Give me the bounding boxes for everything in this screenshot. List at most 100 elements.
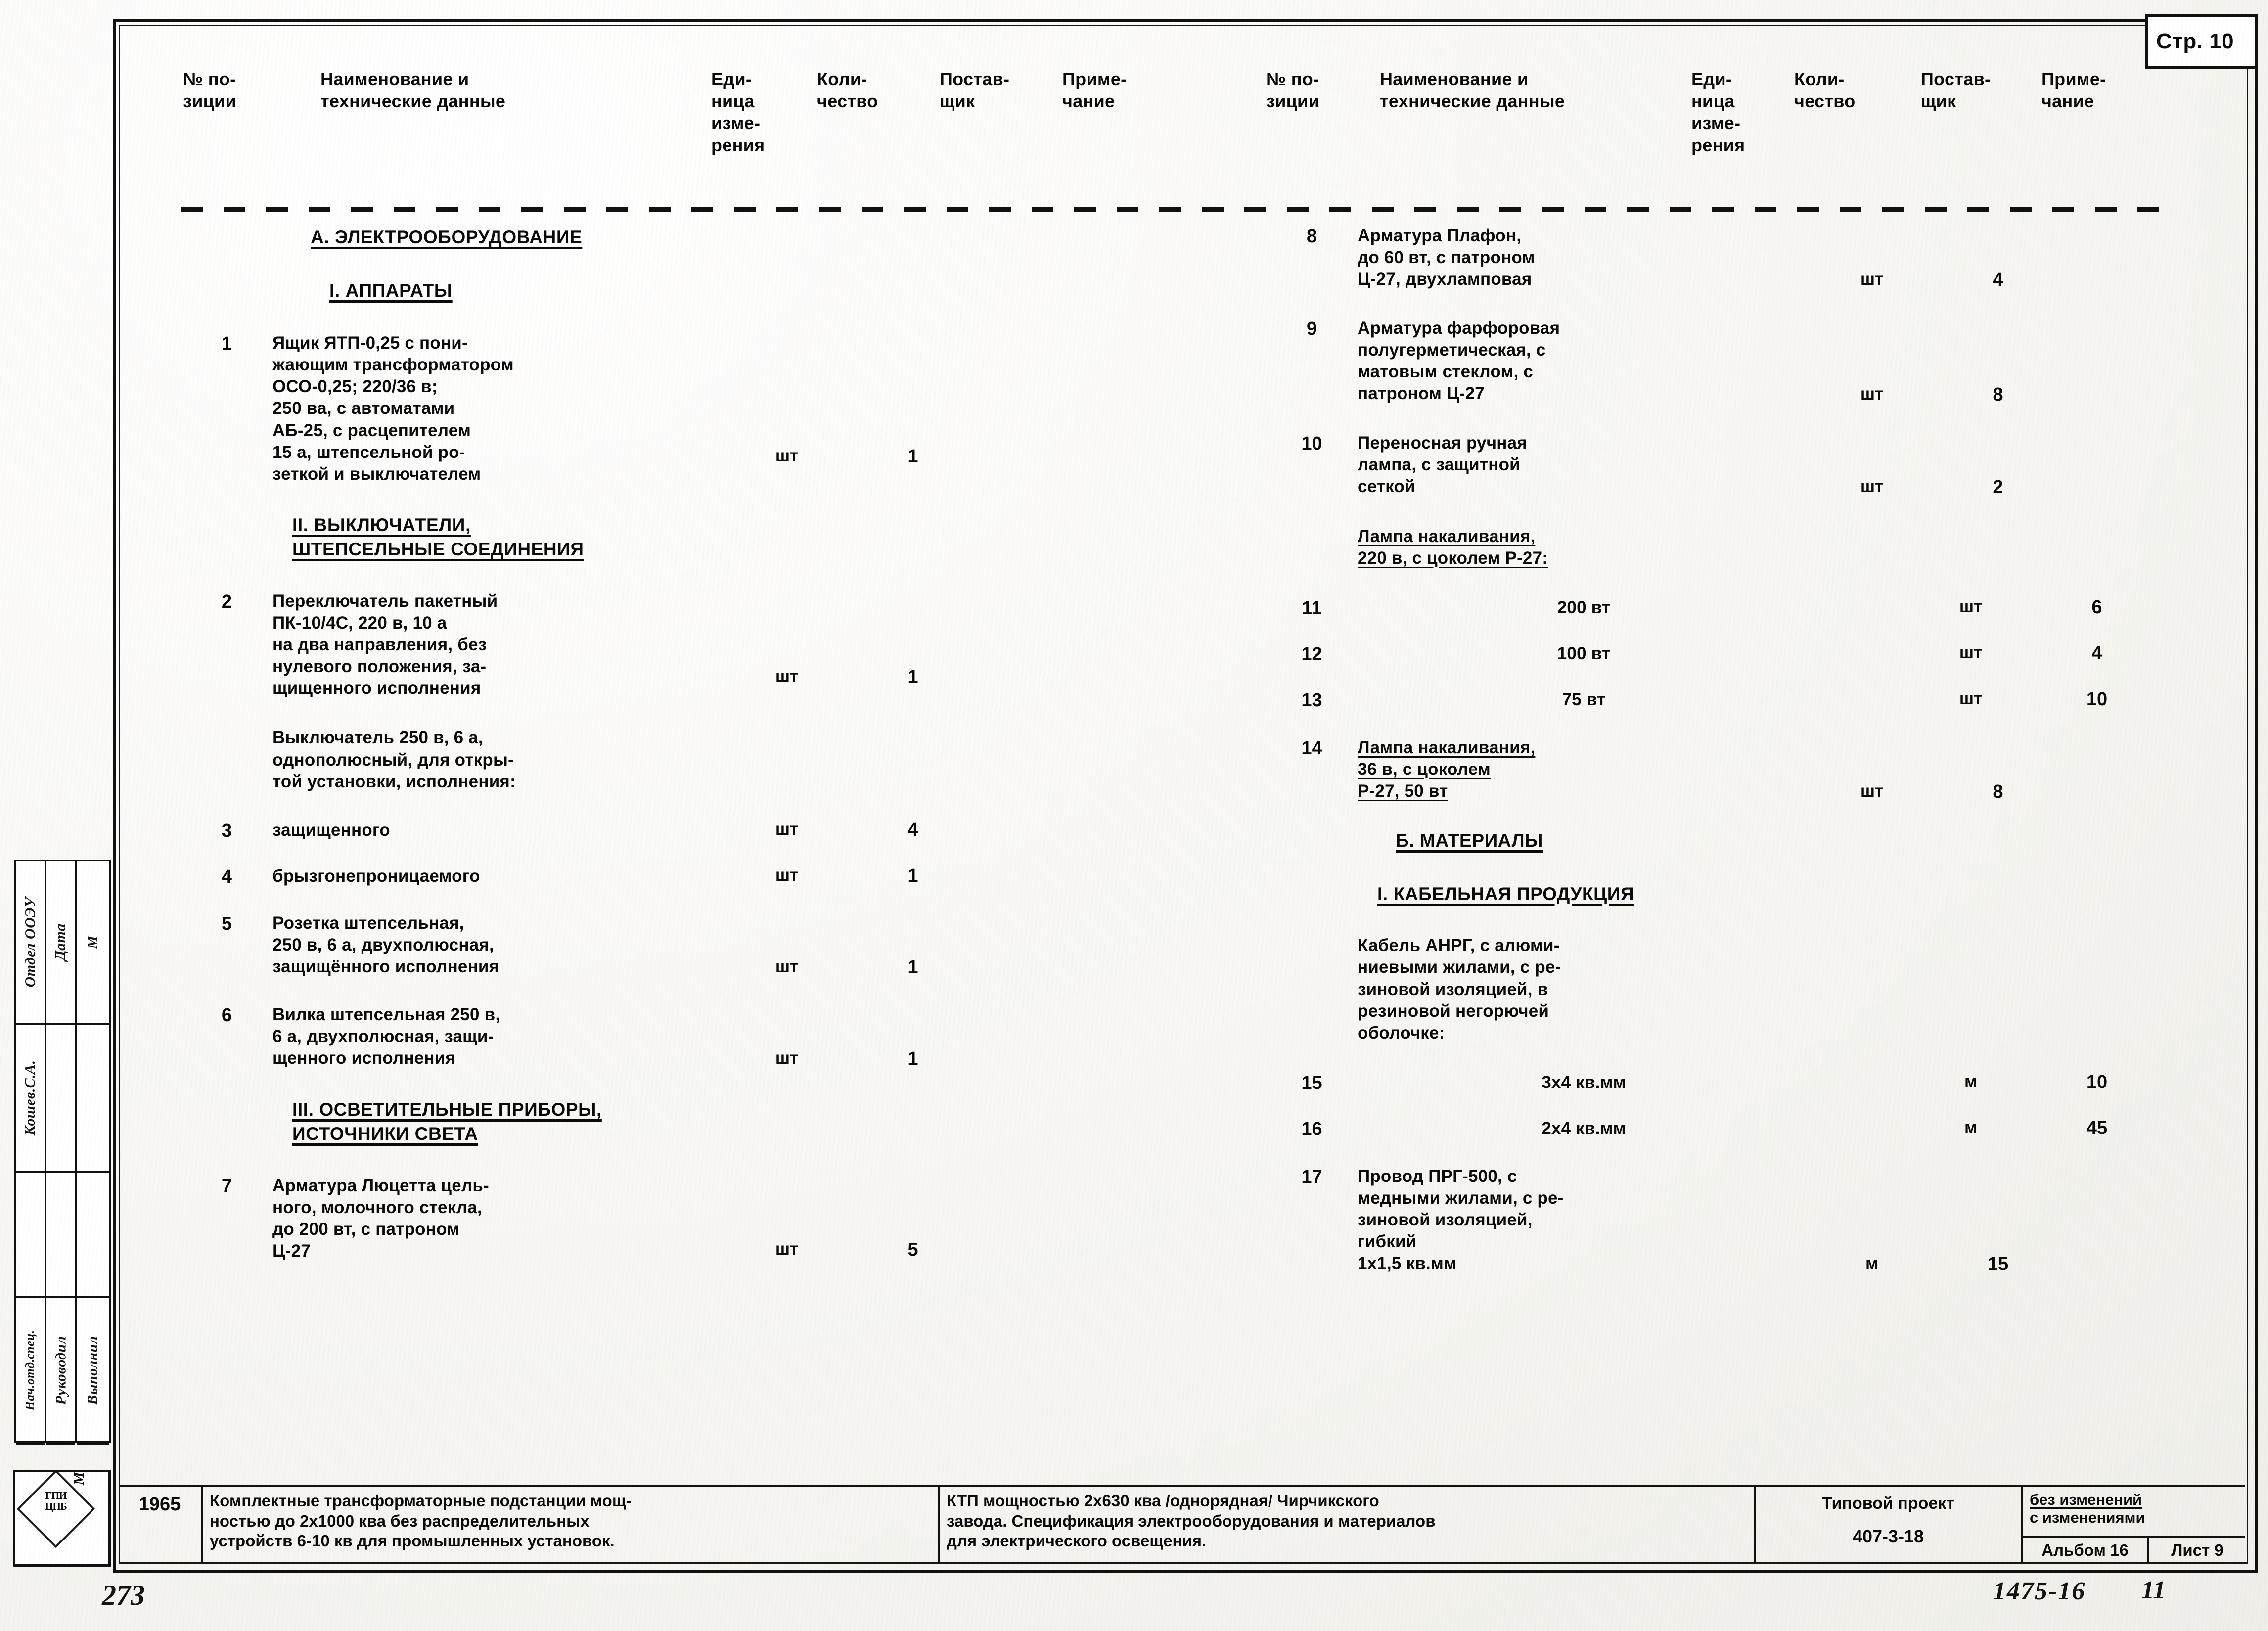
row-position: 5 — [221, 913, 232, 934]
row-position: 12 — [1301, 644, 1322, 665]
row-name: Переносная ручная лампа, с защитной сетк… — [1358, 433, 1527, 497]
table-row: 6 Вилка штепсельная 250 в, 6 а, двухполюс… — [181, 1004, 1200, 1070]
row-unit: шт — [775, 446, 799, 466]
header-unit-left: Еди- ница изме- рения — [711, 69, 765, 155]
table-row: 7 Арматура Люцетта цель- ного, молочного … — [181, 1175, 1200, 1262]
row-name: Арматура фарфоровая полугерметическая, с… — [1358, 318, 1560, 404]
table-row: 8 Арматура Плафон, до 60 вт, с патроном Ц… — [1266, 225, 2268, 291]
row-position: 9 — [1306, 318, 1317, 339]
row-position: 13 — [1301, 690, 1322, 711]
signature-strip: Отдел ООЭУ Кошев.С.А. Нач.отд.спец. Дата Ру… — [14, 860, 111, 1445]
row-quantity: 1 — [907, 1048, 918, 1069]
header-qty-left: Коли- чество — [817, 69, 878, 111]
signature-cell: Кошев.С.А. — [16, 1025, 45, 1173]
header-pos-right: № по- зиции — [1266, 69, 1319, 111]
row-name: 100 вт — [1557, 644, 1611, 664]
row-unit: шт — [775, 865, 799, 885]
header-supplier-right: Постав- щик — [1921, 69, 1991, 111]
row-unit: шт — [1959, 689, 1983, 709]
table-row: 11 200 вт шт 6 — [1266, 597, 2268, 619]
row-position: 15 — [1301, 1072, 1322, 1093]
row-quantity: 5 — [907, 1239, 918, 1260]
title-block-subject: КТП мощностью 2х630 ква /однорядная/ Чир… — [940, 1487, 1756, 1563]
signature-cell: Выполнил — [77, 1298, 109, 1445]
table-row: 14 Лампа накаливания, 36 в, с цоколем Р-2… — [1266, 737, 2268, 803]
row-spacer — [181, 699, 1200, 727]
row-unit: шт — [1959, 643, 1983, 663]
row-name: Выключатель 250 в, 6 а, однополюсный, дл… — [272, 728, 516, 791]
row-name: Арматура Люцетта цель- ного, молочного с… — [272, 1176, 489, 1261]
stamp-city: Москва — [71, 1472, 88, 1485]
signature-cell: Дата — [46, 861, 75, 1025]
row-unit: шт — [775, 1239, 799, 1259]
row-quantity: 10 — [2086, 1071, 2108, 1092]
page-number-box: Стр. 10 — [2145, 14, 2258, 69]
section-heading: I. КАБЕЛЬНАЯ ПРОДУКЦИЯ — [1377, 883, 1634, 904]
change-no-label: без изменений — [2030, 1491, 2142, 1508]
row-position — [181, 727, 272, 728]
handwritten-sheet-number: 11 — [2141, 1576, 2166, 1604]
album-sheet-row: Альбом 16 Лист 9 — [2023, 1536, 2245, 1563]
row-unit: м — [1865, 1253, 1878, 1273]
row-position: 6 — [221, 1004, 232, 1026]
row-name: Ящик ЯТП-0,25 с пони- жающим трансформат… — [272, 333, 514, 484]
table-row: Кабель АНРГ, с алюми- ниевыми жилами, с … — [1266, 935, 2268, 1043]
header-pos-left: № по- зиции — [183, 69, 236, 111]
signature-cell-label: Дата — [52, 923, 69, 961]
row-name: Розетка штепсельная, 250 в, 6 а, двухпол… — [272, 913, 499, 976]
row-name: Кабель АНРГ, с алюми- ниевыми жилами, с … — [1358, 936, 1561, 1042]
row-unit: шт — [775, 956, 799, 976]
row-quantity: 8 — [1993, 781, 2003, 803]
institute-stamp: ГПИ ЦПБ Москва — [13, 1470, 111, 1567]
title-block: 1965 Комплектные трансформаторные подста… — [119, 1485, 2245, 1563]
row-position: 4 — [221, 866, 232, 887]
row-spacer — [1266, 619, 2268, 643]
row-spacer — [1266, 498, 2268, 526]
row-name: Лампа накаливания, 36 в, с цоколем Р-27,… — [1358, 738, 1536, 801]
spec-table-right-half: 8 Арматура Плафон, до 60 вт, с патроном Ц… — [1266, 225, 2268, 1432]
row-spacer — [1266, 711, 2268, 737]
header-supplier-left: Постав- щик — [940, 69, 1010, 111]
row-name: 2х4 кв.мм — [1542, 1118, 1626, 1138]
table-row: Лампа накаливания, 220 в, с цоколем Р-27… — [1266, 526, 2268, 569]
table-row: 5 Розетка штепсельная, 250 в, 6 а, двухпо… — [181, 912, 1200, 978]
row-position: 17 — [1301, 1166, 1322, 1187]
project-code: 407-3-18 — [1852, 1526, 1924, 1546]
section-heading: А. ЭЛЕКТРООБОРУДОВАНИЕ — [311, 227, 583, 247]
signature-cell — [77, 1025, 109, 1173]
row-unit: шт — [1860, 270, 1884, 289]
row-spacer — [181, 1262, 1200, 1282]
signature-cell-label: Кошев.С.А. — [22, 1060, 38, 1136]
row-spacer — [1266, 853, 2268, 882]
row-quantity: 15 — [1987, 1253, 2009, 1274]
header-divider — [181, 207, 2164, 212]
row-unit: м — [1964, 1071, 1977, 1091]
row-unit: шт — [775, 666, 799, 686]
row-quantity: 4 — [2091, 643, 2102, 664]
project-label: Типовой проект — [1822, 1494, 1954, 1513]
row-position — [1266, 935, 1358, 936]
row-unit: шт — [1860, 477, 1884, 496]
row-spacer — [1266, 1275, 2268, 1295]
row-unit: шт — [1959, 597, 1983, 617]
signature-cell: Нач.отд.спец. — [16, 1298, 45, 1445]
row-spacer — [181, 888, 1200, 912]
row-position: 11 — [1302, 598, 1322, 619]
signature-cell — [77, 1173, 109, 1298]
table-row: 12 100 вт шт 4 — [1266, 643, 2268, 665]
row-spacer — [1266, 291, 2268, 317]
table-row: 13 75 вт шт 10 — [1266, 689, 2268, 711]
header-note-left: Приме- чание — [1062, 69, 1127, 111]
section-heading: II. ВЫКЛЮЧАТЕЛИ, ШТЕПСЕЛЬНЫЕ СОЕДИНЕНИЯ — [292, 514, 584, 560]
row-name: Лампа накаливания, 220 в, с цоколем Р-27… — [1358, 527, 1548, 568]
row-spacer — [1266, 569, 2268, 597]
table-row: 17 Провод ПРГ-500, с медными жилами, с ре… — [1266, 1166, 2268, 1275]
row-position — [1266, 526, 1358, 527]
row-quantity: 1 — [907, 865, 918, 886]
row-spacer — [181, 485, 1200, 513]
row-name: Переключатель пакетный ПК-10/4С, 220 в, … — [272, 591, 498, 698]
row-unit: шт — [1860, 781, 1884, 801]
table-row: Выключатель 250 в, 6 а, однополюсный, дл… — [181, 727, 1200, 792]
row-spacer — [181, 250, 1200, 278]
signature-cell: М — [77, 861, 109, 1025]
